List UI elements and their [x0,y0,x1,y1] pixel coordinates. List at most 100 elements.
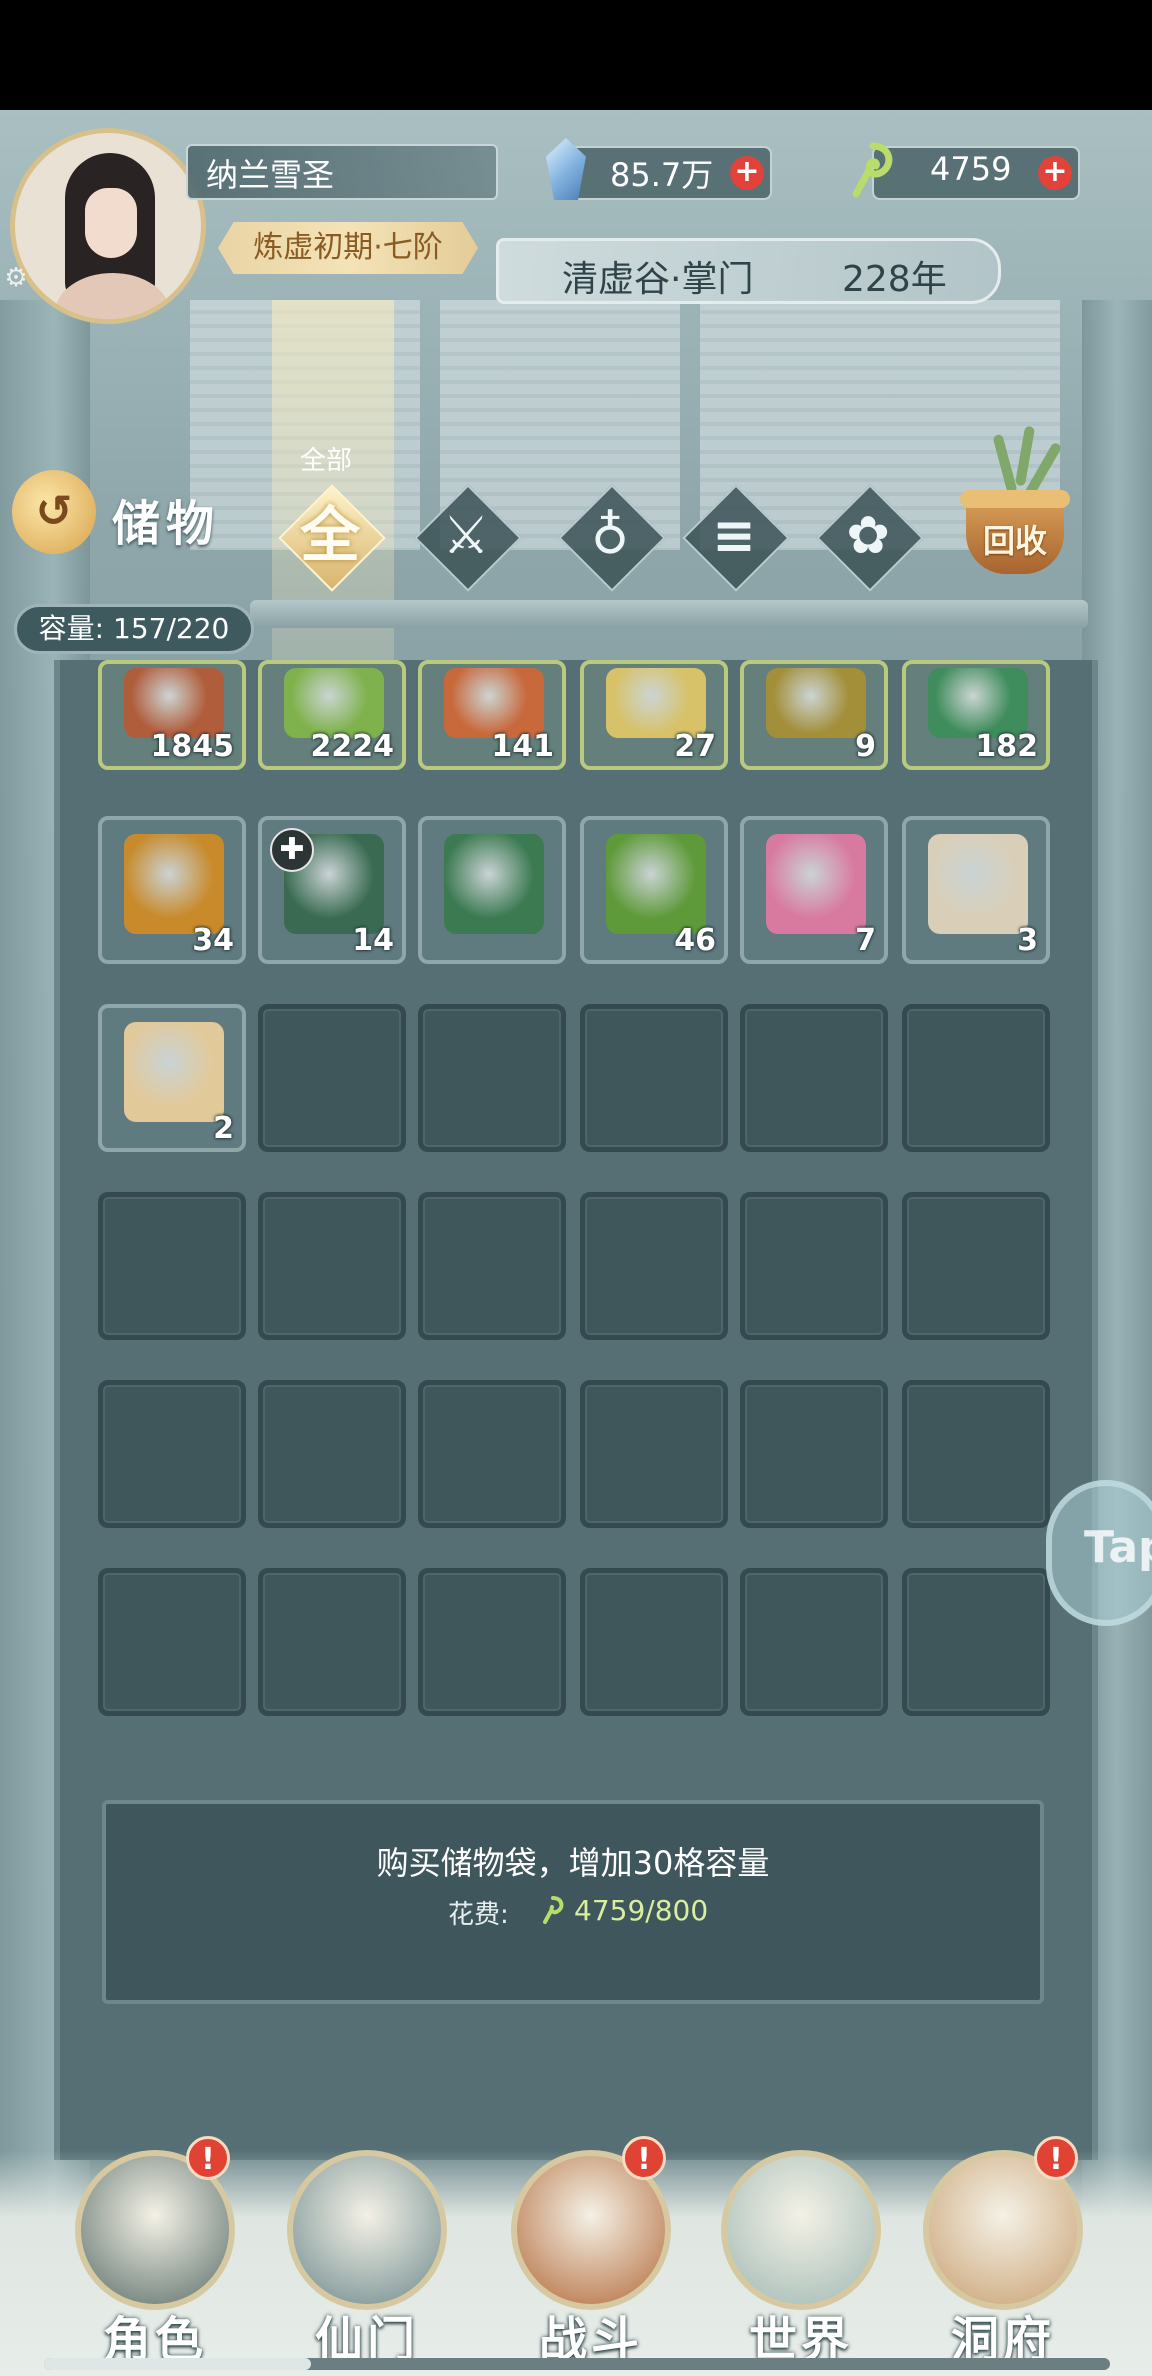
nav-item-1[interactable]: 仙门 [272,2150,462,2370]
add-gems-button[interactable]: + [730,156,764,190]
jade-value: 4759 [930,150,1012,188]
item-quantity: 46 [674,923,716,958]
gear-icon[interactable]: ⚙ [0,262,32,294]
green-jade-ore-icon [928,668,1028,738]
tab-scrolls[interactable]: ≡ [682,484,790,592]
nav-item-2[interactable]: 战斗! [496,2136,686,2370]
inventory-slot[interactable]: 2224 [258,660,406,770]
sect-name: 清虚谷·掌门 [562,259,754,300]
empty-slot[interactable] [902,1380,1050,1528]
buy-description: 购买储物袋，增加30格容量 [376,1844,770,1882]
inventory-slot[interactable]: ✚ 14 [258,816,406,964]
empty-slot[interactable] [258,1004,406,1152]
inventory-slot[interactable]: 34 [98,816,246,964]
capacity-indicator: 容量: 157/220 [14,604,254,654]
bronze-treasure-icon [766,668,866,738]
inventory-slot[interactable]: 141 [418,660,566,770]
realm-badge: 炼虚初期·七阶 [218,222,478,274]
secret-manual-icon [928,834,1028,934]
red-ore-icon [124,668,224,738]
empty-slot[interactable] [740,1568,888,1716]
back-arrow-icon: ↺ [35,486,73,537]
player-name: 纳兰雪圣 [206,156,335,194]
inventory-slot[interactable]: 1845 [98,660,246,770]
inventory-slot[interactable]: 7 [740,816,888,964]
item-quantity: 2 [213,1111,234,1146]
item-quantity: 34 [192,923,234,958]
alert-icon: ! [1034,2136,1078,2180]
empty-slot[interactable] [740,1380,888,1528]
empty-slot[interactable] [418,1568,566,1716]
empty-slot[interactable] [418,1192,566,1340]
cost-value: 4759/800 [574,1894,709,1927]
empty-slot[interactable] [98,1192,246,1340]
golden-gourd-icon [124,834,224,934]
empty-slot[interactable] [902,1568,1050,1716]
all-tab-icon: 全 [300,501,360,571]
empty-slot[interactable] [258,1192,406,1340]
item-quantity: 7 [855,923,876,958]
inventory-slot[interactable]: 3 [902,816,1050,964]
nav-item-0[interactable]: 角色! [60,2136,250,2370]
empty-slot[interactable] [418,1380,566,1528]
buy-storage-bag-button[interactable] [102,1800,1044,2004]
empty-slot[interactable] [418,1004,566,1152]
avatar[interactable] [10,128,206,324]
nav-icon [287,2150,447,2310]
empty-slot[interactable] [580,1380,728,1528]
back-button[interactable]: ↺ [12,470,96,554]
empty-slot[interactable] [258,1380,406,1528]
item-quantity: 1845 [150,729,235,764]
tab-weapons[interactable]: ⚔ [414,484,522,592]
inventory-slot[interactable]: 2 [98,1004,246,1152]
empty-slot[interactable] [902,1192,1050,1340]
item-quantity: 9 [855,729,876,764]
empty-slot[interactable] [258,1568,406,1716]
item-quantity: 3 [1017,923,1038,958]
alert-icon: ! [622,2136,666,2180]
status-bar-area [0,0,1152,110]
empty-slot[interactable] [902,1004,1050,1152]
meat-icon [444,668,544,738]
nav-item-3[interactable]: 世界 [706,2150,896,2370]
inventory-slot[interactable] [418,816,566,964]
gourd-icon: ♁ [590,506,630,566]
scroll-progress-bar [44,2358,1110,2370]
inventory-slot[interactable]: 46 [580,816,728,964]
tap-label: Tap [1084,1522,1152,1573]
gem-value: 85.7万 [610,156,714,194]
cost-label: 花费: [448,1900,509,1930]
inventory-slot[interactable]: 182 [902,660,1050,770]
page-title: 储物 [112,496,221,552]
empty-slot[interactable] [98,1380,246,1528]
inventory-slot[interactable]: 27 [580,660,728,770]
empty-slot[interactable] [580,1004,728,1152]
tab-all[interactable]: 全 [278,484,386,592]
empty-slot[interactable] [580,1568,728,1716]
item-quantity: 27 [674,729,716,764]
nav-icon [721,2150,881,2310]
five-elements-scroll-icon [124,1022,224,1122]
tab-herbs[interactable]: ✿ [816,484,924,592]
green-jade-icon [543,1896,564,1924]
add-jade-button[interactable]: + [1038,156,1072,190]
empty-slot[interactable] [580,1192,728,1340]
scroll-icon: ≡ [712,506,756,566]
empty-slot[interactable] [740,1004,888,1152]
shelf-divider [250,600,1088,628]
tab-gourds[interactable]: ♁ [558,484,666,592]
golden-scroll-icon [606,668,706,738]
recycle-button[interactable]: 回收 [960,425,1070,592]
inventory-slot[interactable]: 9 [740,660,888,770]
item-quantity: 14 [352,923,394,958]
empty-slot[interactable] [740,1192,888,1340]
green-manual-icon [444,834,544,934]
green-jade-icon [852,142,893,198]
herb-icon: ✿ [846,506,890,566]
sect-age: 228年 [842,259,947,300]
peach-basket-icon [766,834,866,934]
nav-item-4[interactable]: 洞府! [908,2136,1098,2370]
grass-herb-icon [284,668,384,738]
item-quantity: 141 [491,729,554,764]
empty-slot[interactable] [98,1568,246,1716]
